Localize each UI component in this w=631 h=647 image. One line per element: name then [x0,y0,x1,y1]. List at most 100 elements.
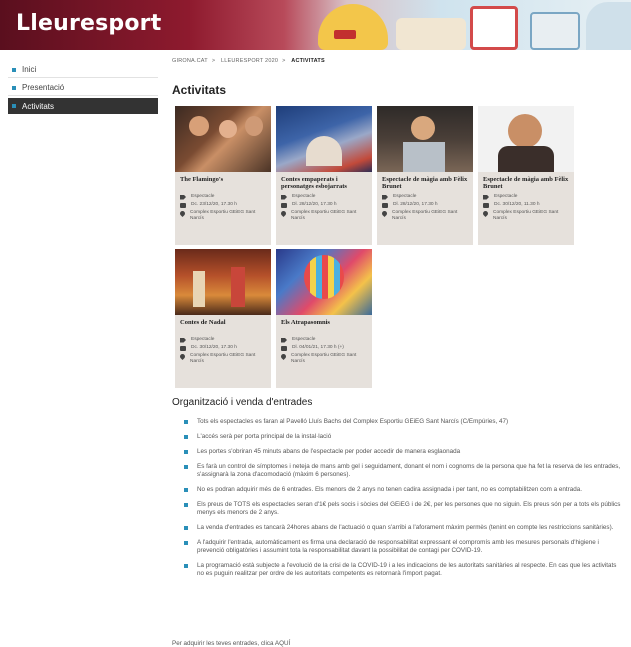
site-banner: Lleuresport [0,0,631,50]
location-pin-icon [481,209,490,217]
magician-figure [508,114,542,148]
calendar-icon [281,345,287,351]
performer-figure [245,116,263,136]
section-title: Organització i venda d'entrades [172,397,313,408]
calendar-icon [281,202,287,208]
bullet-icon [184,420,188,424]
rule-text: A l'adquirir l'entrada, automàticament e… [197,539,599,554]
activity-card[interactable]: Espectacle de màgia amb Fèlix Brunet Esp… [478,106,574,245]
activity-card[interactable]: Contes de Nadal Espectacle Dc. 30/12/20,… [175,249,271,388]
activity-date: Dc. 30/12/20, 17.30 h [191,345,237,350]
breadcrumb-current: ACTIVITATS [291,58,325,64]
activity-thumbnail[interactable] [175,249,271,315]
activity-title[interactable]: Els Atrapasomnis [276,315,372,337]
rule-text: La venda d'entrades es tancarà 24hores a… [197,524,614,531]
activity-date: Dl. 04/01/21, 17.30 h (+) [292,345,344,350]
breadcrumb-separator: > [282,58,286,64]
rule-text: L'accés serà per porta principal de la i… [197,433,332,440]
activity-title[interactable]: Contes empaperats i personatges esbojarr… [276,172,372,194]
list-item: No es podran adquirir més de 6 entrades.… [184,486,624,494]
calendar-icon [382,202,388,208]
activity-thumbnail[interactable] [276,106,372,172]
activity-thumbnail[interactable] [276,249,372,315]
list-item: Tots els espectacles es faran al Pavelló… [184,418,624,426]
activity-date: Dc. 30/12/20, 11.30 h [494,202,540,207]
magician-figure [411,116,435,140]
location-pin-icon [178,352,187,360]
activity-card[interactable]: Els Atrapasomnis Espectacle Dl. 04/01/21… [276,249,372,388]
activity-meta: Espectacle Dl. 04/01/21, 17.30 h (+) Com… [276,337,372,365]
list-item: La venda d'entrades es tancarà 24hores a… [184,524,624,532]
activity-card[interactable]: Contes empaperats i personatges esbojarr… [276,106,372,245]
sidebar-nav: Inici Presentació Activitats [8,62,158,116]
performer-figure [189,116,209,136]
rule-text: Es farà un control de símptomes i neteja… [197,463,621,478]
location-pin-icon [178,209,187,217]
tag-icon [281,337,287,343]
main-content: GIRONA.CAT > LLEURESPORT 2020 > ACTIVITATS… [172,58,624,647]
activity-title[interactable]: Espectacle de màgia amb Fèlix Brunet [478,172,574,194]
bullet-icon [12,104,16,108]
activity-date: Dc. 23/12/20, 17.30 h [191,202,237,207]
bullet-icon [12,85,16,90]
activity-venue: Complex Esportiu GEiEG Sant Narcís [291,353,357,364]
activity-title[interactable]: The Flamingo's [175,172,271,194]
site-title[interactable]: Lleuresport [16,11,161,36]
rule-text: Els preus de TOTS els espectacles seran … [197,501,621,516]
rules-list: Tots els espectacles es faran al Pavelló… [184,418,624,585]
calendar-icon [180,202,186,208]
activity-venue: Complex Esportiu GEiEG Sant Narcís [190,353,256,364]
bullet-icon [184,503,188,507]
breadcrumb: GIRONA.CAT > LLEURESPORT 2020 > ACTIVITATS [172,58,624,68]
breadcrumb-link[interactable]: LLEURESPORT 2020 [221,58,278,64]
banner-decoration-gift [470,6,518,50]
activity-date: Dl. 28/12/20, 17.30 h [393,202,438,207]
activity-card[interactable]: The Flamingo's Espectacle Dc. 23/12/20, … [175,106,271,245]
activity-date: Dl. 28/12/20, 17.30 h [292,202,337,207]
activity-thumbnail[interactable] [175,106,271,172]
sidebar-item-inici[interactable]: Inici [8,62,158,78]
sidebar-item-activitats[interactable]: Activitats [8,98,158,114]
calendar-icon [180,345,186,351]
rule-text: La programació està subjecte a l'evoluci… [197,562,617,577]
activity-title[interactable]: Espectacle de màgia amb Fèlix Brunet [377,172,473,194]
paper-figure [306,136,342,166]
activity-card[interactable]: Espectacle de màgia amb Fèlix Brunet Esp… [377,106,473,245]
activity-meta: Espectacle Dc. 30/12/20, 17.30 h Complex… [175,337,271,365]
bullet-icon [184,450,188,454]
activity-thumbnail[interactable] [377,106,473,172]
activity-title[interactable]: Contes de Nadal [175,315,271,337]
banner-decoration-cake [396,18,466,50]
bullet-icon [184,564,188,568]
activity-category: Espectacle [494,194,518,199]
sidebar-item-label: Presentació [22,83,65,92]
bullet-icon [184,526,188,530]
activity-meta: Espectacle Dc. 30/12/20, 11.30 h Complex… [478,194,574,222]
tag-icon [382,194,388,200]
bullet-icon [184,435,188,439]
breadcrumb-link[interactable]: GIRONA.CAT [172,58,208,64]
activity-thumbnail[interactable] [478,106,574,172]
tag-icon [180,194,186,200]
purchase-link[interactable]: Per adquirir les teves entrades, clica A… [172,640,290,647]
tag-icon [483,194,489,200]
banner-decoration-gift [530,12,580,50]
banner-decoration-tag [334,30,356,39]
performer-figure [193,271,205,307]
calendar-icon [483,202,489,208]
performer-figure [219,120,237,138]
sidebar-item-label: Inici [22,65,37,74]
activity-meta: Espectacle Dl. 28/12/20, 17.30 h Complex… [377,194,473,222]
sidebar-item-presentacio[interactable]: Presentació [8,80,158,96]
location-pin-icon [380,209,389,217]
rule-text: Tots els espectacles es faran al Pavelló… [197,418,509,425]
bullet-icon [12,67,16,72]
list-item: Els preus de TOTS els espectacles seran … [184,501,624,517]
list-item: La programació està subjecte a l'evoluci… [184,562,624,578]
activity-category: Espectacle [191,337,215,342]
performer-figure [231,267,245,307]
list-item: Les portes s'obriran 45 minuts abans de … [184,448,624,456]
activity-category: Espectacle [393,194,417,199]
activity-meta: Espectacle Dc. 23/12/20, 17.30 h Complex… [175,194,271,222]
page-title: Activitats [172,83,227,97]
